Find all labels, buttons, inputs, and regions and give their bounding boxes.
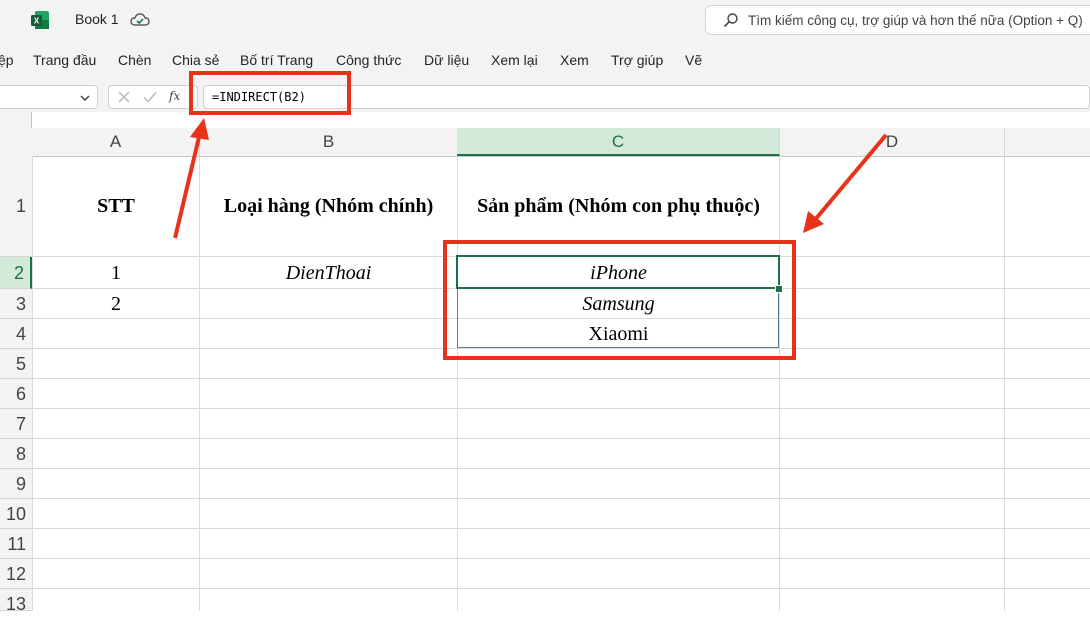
chevron-down-icon[interactable] <box>79 92 91 104</box>
arrowhead-icon <box>803 211 824 233</box>
formula-bar: fx =INDIRECT(B2) <box>0 80 1090 112</box>
column-header-c[interactable]: C <box>457 128 780 156</box>
gridline <box>32 498 1090 499</box>
gridline <box>32 378 1090 379</box>
name-box[interactable] <box>0 85 98 109</box>
row-header-11[interactable]: 11 <box>0 529 32 559</box>
gridline <box>32 408 1090 409</box>
cell-b2[interactable]: DienThoai <box>200 262 457 285</box>
insert-function-icon[interactable]: fx <box>169 89 180 103</box>
tab-help[interactable]: Trợ giúp <box>611 52 663 68</box>
tab-review[interactable]: Xem lại <box>491 52 538 68</box>
search-placeholder: Tìm kiếm công cụ, trợ giúp và hơn thế nữ… <box>748 13 1083 28</box>
annotation-formula-box <box>189 71 351 115</box>
tab-data[interactable]: Dữ liệu <box>424 52 469 68</box>
gridline <box>1004 156 1005 611</box>
enter-check-icon[interactable] <box>143 90 157 104</box>
gridline <box>199 156 200 611</box>
tab-file[interactable]: ệp <box>0 52 14 68</box>
cancel-icon[interactable] <box>117 90 131 104</box>
cell-a3[interactable]: 2 <box>32 293 200 316</box>
column-header-b[interactable]: B <box>200 128 458 156</box>
search-icon <box>723 13 738 28</box>
cell-a1[interactable]: STT <box>32 195 200 218</box>
row-header-5[interactable]: 5 <box>0 349 32 379</box>
gridline <box>32 438 1090 439</box>
tab-draw[interactable]: Vẽ <box>685 52 702 68</box>
gridline <box>32 528 1090 529</box>
ribbon-tabs: ệp Trang đầu Chèn Chia sẻ Bố trí Trang C… <box>0 42 1090 80</box>
row-header-9[interactable]: 9 <box>0 469 32 499</box>
cell-b1[interactable]: Loại hàng (Nhóm chính) <box>200 195 457 218</box>
tab-view[interactable]: Xem <box>560 52 589 68</box>
document-title[interactable]: Book 1 <box>75 11 119 27</box>
column-headers: A B C D <box>0 128 1090 157</box>
gridline <box>32 588 1090 589</box>
svg-text:X: X <box>34 17 40 26</box>
gridline <box>779 156 780 611</box>
tab-share[interactable]: Chia sẻ <box>172 52 219 68</box>
cell-a2[interactable]: 1 <box>32 262 200 285</box>
row-header-6[interactable]: 6 <box>0 379 32 409</box>
tab-formulas[interactable]: Công thức <box>336 52 401 68</box>
row-header-10[interactable]: 10 <box>0 499 32 529</box>
search-box[interactable]: Tìm kiếm công cụ, trợ giúp và hơn thế nữ… <box>705 5 1090 35</box>
row-header-3[interactable]: 3 <box>0 289 32 319</box>
title-bar: X Book 1 Tìm kiếm công cụ, trợ giúp và h… <box>0 0 1090 42</box>
gridline <box>32 156 33 611</box>
column-header-a[interactable]: A <box>32 128 200 156</box>
annotation-spill-box <box>443 240 796 360</box>
gridline <box>457 156 458 611</box>
column-header-e[interactable] <box>1005 128 1090 156</box>
tab-page-layout[interactable]: Bố trí Trang <box>240 52 313 68</box>
row-header-8[interactable]: 8 <box>0 439 32 469</box>
row-header-2[interactable]: 2 <box>0 257 32 289</box>
excel-logo-icon[interactable]: X <box>30 10 50 30</box>
tab-insert[interactable]: Chèn <box>118 52 151 68</box>
cell-c1[interactable]: Sản phẩm (Nhóm con phụ thuộc) <box>457 195 780 218</box>
tab-home[interactable]: Trang đầu <box>33 52 96 68</box>
gridline <box>32 468 1090 469</box>
row-header-1[interactable]: 1 <box>0 156 32 257</box>
row-header-13[interactable]: 13 <box>0 589 32 614</box>
column-header-d[interactable]: D <box>780 128 1005 156</box>
row-header-4[interactable]: 4 <box>0 319 32 349</box>
row-header-7[interactable]: 7 <box>0 409 32 439</box>
cloud-saved-icon[interactable] <box>130 11 150 29</box>
formula-controls: fx <box>108 85 198 109</box>
row-header-12[interactable]: 12 <box>0 559 32 589</box>
gridline <box>32 558 1090 559</box>
